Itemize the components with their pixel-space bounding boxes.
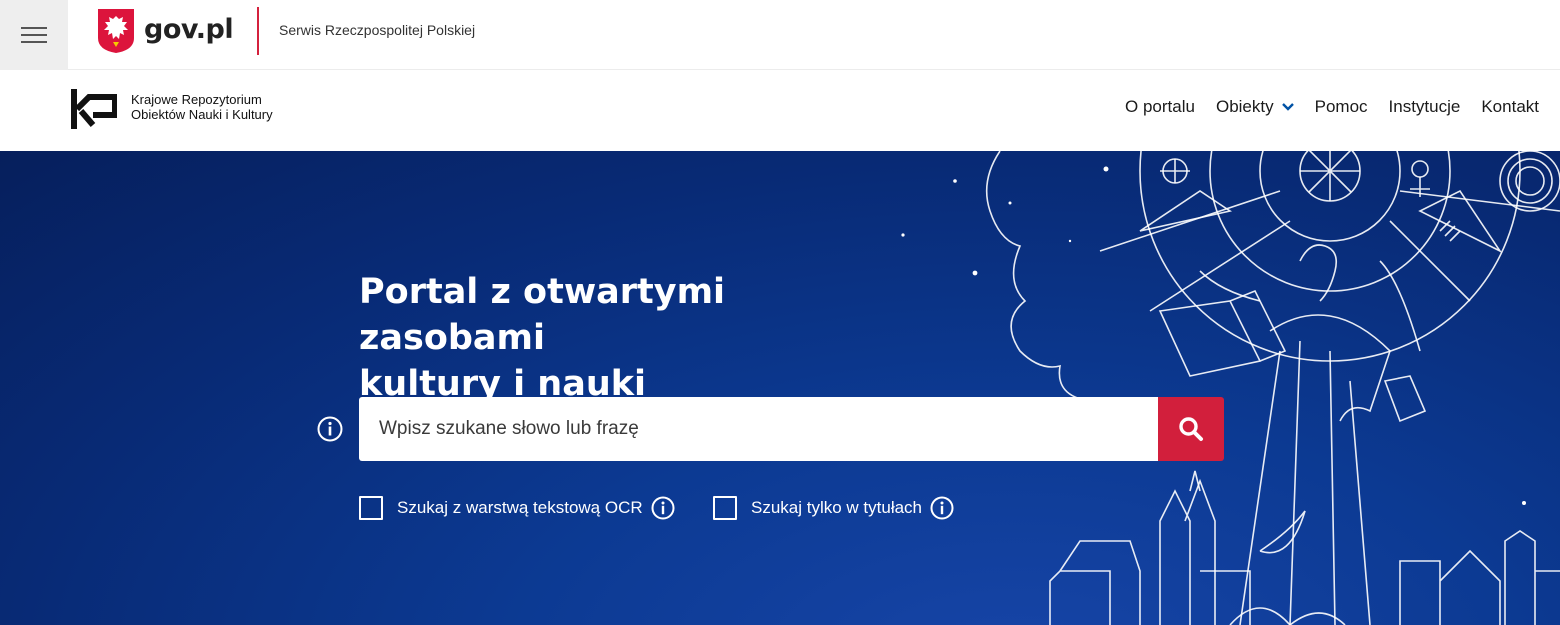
- option-ocr: Szukaj z warstwą tekstową OCR: [359, 496, 675, 520]
- search-input[interactable]: [359, 397, 1159, 461]
- kronik-logo-icon[interactable]: [71, 89, 117, 129]
- search-button[interactable]: [1158, 397, 1224, 461]
- polish-eagle-emblem: [98, 9, 134, 53]
- logo-line-2: Obiektów Nauki i Kultury: [131, 107, 273, 122]
- hero-section: Portal z otwartymi zasobami kultury i na…: [0, 151, 1560, 625]
- nav-item-obiekty[interactable]: Obiekty: [1216, 97, 1294, 117]
- search-info-icon[interactable]: [317, 416, 343, 442]
- main-navigation: O portalu Obiekty Pomoc Instytucje Konta…: [1104, 97, 1539, 117]
- nav-item-instytucje[interactable]: Instytucje: [1389, 97, 1461, 117]
- hamburger-menu-icon: [21, 27, 47, 29]
- gov-pl-brand[interactable]: gov.pl: [144, 14, 234, 45]
- chevron-down-icon: [1281, 103, 1294, 111]
- titles-only-checkbox[interactable]: [713, 496, 737, 520]
- site-logo-text[interactable]: Krajowe Repozytorium Obiektów Nauki i Ku…: [131, 92, 273, 122]
- hero-title: Portal z otwartymi zasobami kultury i na…: [359, 272, 726, 404]
- search-box: [359, 397, 1159, 461]
- nav-item-pomoc[interactable]: Pomoc: [1315, 97, 1368, 117]
- titles-only-info-icon[interactable]: [930, 496, 954, 520]
- nav-item-kontakt[interactable]: Kontakt: [1481, 97, 1539, 117]
- titles-only-label[interactable]: Szukaj tylko w tytułach: [751, 498, 922, 518]
- ocr-info-icon[interactable]: [651, 496, 675, 520]
- ocr-checkbox[interactable]: [359, 496, 383, 520]
- site-header: Krajowe Repozytorium Obiektów Nauki i Ku…: [0, 70, 1560, 151]
- hamburger-menu-button[interactable]: [0, 0, 68, 70]
- option-titles-only: Szukaj tylko w tytułach: [713, 496, 954, 520]
- logo-line-1: Krajowe Repozytorium: [131, 92, 262, 107]
- brand-divider: [257, 7, 259, 55]
- serwis-label: Serwis Rzeczpospolitej Polskiej: [279, 22, 476, 38]
- ocr-label[interactable]: Szukaj z warstwą tekstową OCR: [397, 498, 643, 518]
- search-icon: [1179, 417, 1203, 441]
- gov-top-bar: gov.pl Serwis Rzeczpospolitej Polskiej: [0, 0, 1560, 70]
- nav-item-o-portalu[interactable]: O portalu: [1125, 97, 1195, 117]
